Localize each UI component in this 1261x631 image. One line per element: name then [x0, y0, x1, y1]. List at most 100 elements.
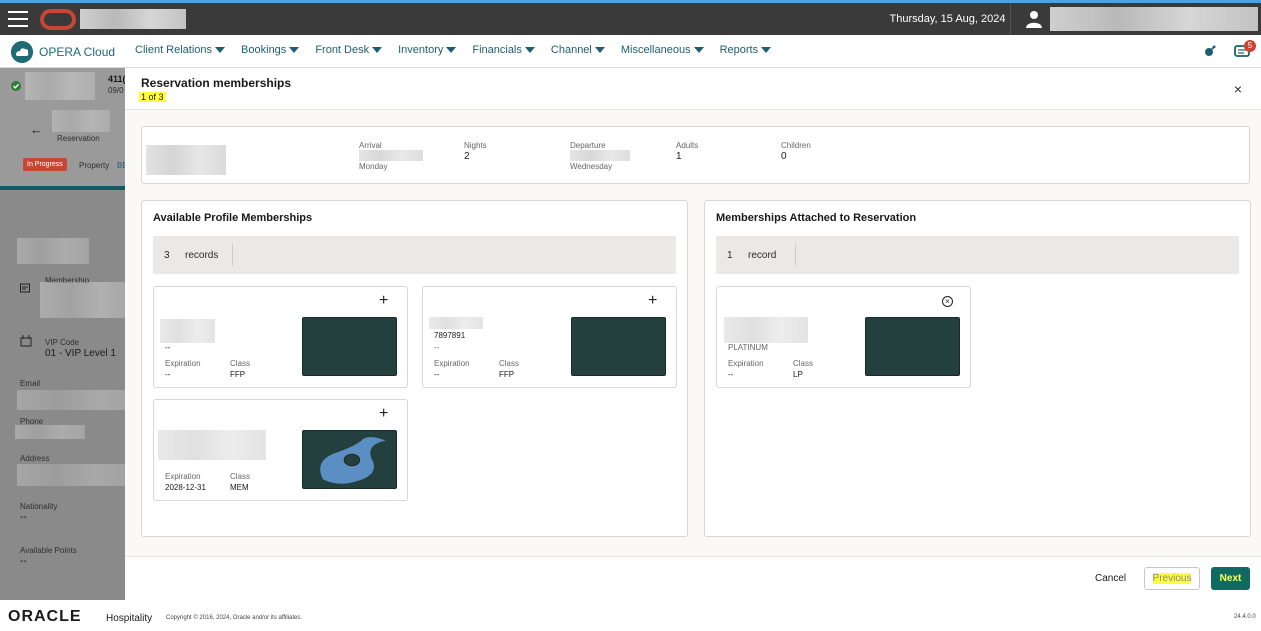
- nav-bookings[interactable]: Bookings: [241, 44, 300, 56]
- chevron-down-icon: [289, 47, 300, 54]
- chevron-down-icon: [761, 47, 772, 54]
- expiration-label: Expiration: [728, 359, 764, 368]
- business-date: Thursday, 15 Aug, 2024: [889, 13, 1006, 25]
- rocket-icon[interactable]: [1200, 43, 1218, 61]
- membership-card-image: [865, 317, 960, 376]
- cancel-button[interactable]: Cancel: [1095, 573, 1126, 584]
- redacted-member-name: [158, 430, 266, 460]
- main-nav: OPERA Cloud Client Relations Bookings Fr…: [0, 35, 1261, 68]
- membership-number: 7897891: [434, 331, 466, 340]
- redacted-email: [17, 390, 142, 410]
- redacted-departure-date: [570, 150, 630, 161]
- departure-day: Wednesday: [570, 162, 613, 171]
- reservation-summary: Arrival Monday Nights 2 Departure Wednes…: [141, 126, 1250, 184]
- class-value: FFP: [499, 370, 515, 379]
- redacted-user-name: [1050, 7, 1258, 31]
- attached-memberships-panel: Memberships Attached to Reservation 1 re…: [704, 200, 1251, 537]
- attached-membership-card[interactable]: × PLATINUM Expiration -- Class LP: [716, 286, 971, 388]
- accent-stripe: [0, 186, 125, 190]
- membership-sub: --: [165, 343, 171, 352]
- expiration-value: --: [434, 370, 440, 379]
- adults-value: 1: [676, 151, 682, 162]
- available-records-bar: 3 records: [153, 236, 676, 274]
- add-icon[interactable]: +: [379, 406, 388, 422]
- membership-card[interactable]: + Expiration 2028-12-31 Class MEM: [153, 399, 408, 501]
- top-bar: Thursday, 15 Aug, 2024: [0, 3, 1261, 35]
- drawer-footer: Cancel Previous Next: [125, 556, 1261, 600]
- membership-sub: --: [434, 343, 440, 352]
- add-icon[interactable]: +: [648, 293, 657, 309]
- next-button[interactable]: Next: [1211, 567, 1250, 590]
- available-memberships-panel: Available Profile Memberships 3 records …: [141, 200, 688, 537]
- redacted-member-name: [429, 317, 483, 329]
- children-value: 0: [781, 151, 787, 162]
- attached-count: 1: [727, 250, 733, 261]
- redacted-guest-name: [17, 238, 89, 264]
- membership-card-image: [571, 317, 666, 376]
- chevron-down-icon: [524, 47, 535, 54]
- nav-menu: Client Relations Bookings Front Desk Inv…: [135, 44, 787, 56]
- chevron-down-icon: [446, 47, 457, 54]
- membership-card[interactable]: + 7897891 -- Expiration -- Class FFP: [422, 286, 677, 388]
- version: 24.4.0.0: [1234, 614, 1256, 620]
- back-label: Reservation: [57, 134, 100, 143]
- nav-channel[interactable]: Channel: [551, 44, 605, 56]
- opera-cloud-icon: [11, 41, 33, 63]
- available-count: 3: [164, 250, 170, 261]
- copyright: Copyright © 2016, 2024, Oracle and/or it…: [166, 615, 303, 621]
- hospitality-label: Hospitality: [106, 613, 153, 624]
- children-label: Children: [781, 141, 811, 150]
- redacted-property-name: [80, 9, 186, 29]
- remove-icon[interactable]: ×: [942, 296, 953, 307]
- expiration-label: Expiration: [165, 472, 201, 481]
- vip-label: VIP Code: [45, 338, 80, 347]
- available-title: Available Profile Memberships: [153, 212, 313, 224]
- nav-miscellaneous[interactable]: Miscellaneous: [621, 44, 704, 56]
- nav-inventory[interactable]: Inventory: [398, 44, 457, 56]
- points-value: --: [20, 556, 27, 567]
- drawer-header: Reservation memberships 1 of 3 ×: [125, 68, 1261, 110]
- previous-label: Previous: [1152, 573, 1192, 584]
- chevron-down-icon: [594, 47, 605, 54]
- menu-icon[interactable]: [8, 11, 28, 27]
- records-divider: [795, 244, 796, 266]
- brand-label: OPERA Cloud: [39, 45, 116, 59]
- previous-button[interactable]: Previous: [1144, 567, 1200, 590]
- arrival-day: Monday: [359, 162, 388, 171]
- arrival-field: Arrival Monday: [359, 141, 423, 171]
- nav-reports[interactable]: Reports: [720, 44, 772, 56]
- available-count-word: records: [185, 250, 219, 261]
- nav-financials[interactable]: Financials: [472, 44, 535, 56]
- attached-title: Memberships Attached to Reservation: [716, 212, 917, 224]
- membership-card[interactable]: + -- Expiration -- Class FFP: [153, 286, 408, 388]
- add-icon[interactable]: +: [379, 293, 388, 309]
- close-icon[interactable]: ×: [1231, 82, 1245, 96]
- nav-client-relations[interactable]: Client Relations: [135, 44, 226, 56]
- class-label: Class: [230, 472, 251, 481]
- notification-badge: 5: [1244, 40, 1256, 52]
- redacted-membership: [40, 282, 130, 318]
- user-icon[interactable]: [1024, 9, 1044, 29]
- children-field: Children 0: [781, 141, 811, 162]
- redacted-back-title: [52, 110, 110, 132]
- departure-field: Departure Wednesday: [570, 141, 630, 171]
- reservation-memberships-drawer: Reservation memberships 1 of 3 × Arrival…: [125, 68, 1261, 600]
- nights-value: 2: [464, 151, 470, 162]
- redacted-member-name: [160, 319, 215, 343]
- expiration-value: 2028-12-31: [165, 483, 206, 492]
- chevron-down-icon: [693, 47, 704, 54]
- back-arrow-icon[interactable]: ←: [30, 122, 43, 137]
- vip-icon: [20, 335, 32, 347]
- points-label: Available Points: [20, 546, 77, 555]
- vip-value: 01 - VIP Level 1: [45, 348, 116, 359]
- oracle-logo-icon: [40, 9, 76, 30]
- class-label: Class: [499, 359, 520, 368]
- membership-level: PLATINUM: [728, 343, 768, 352]
- brand[interactable]: OPERA Cloud: [11, 41, 115, 63]
- chevron-down-icon: [215, 47, 226, 54]
- topbar-divider: [1010, 3, 1011, 35]
- nationality-label: Nationality: [20, 502, 58, 511]
- departure-label: Departure: [570, 141, 606, 150]
- nav-front-desk[interactable]: Front Desk: [315, 44, 383, 56]
- class-value: LP: [793, 370, 803, 379]
